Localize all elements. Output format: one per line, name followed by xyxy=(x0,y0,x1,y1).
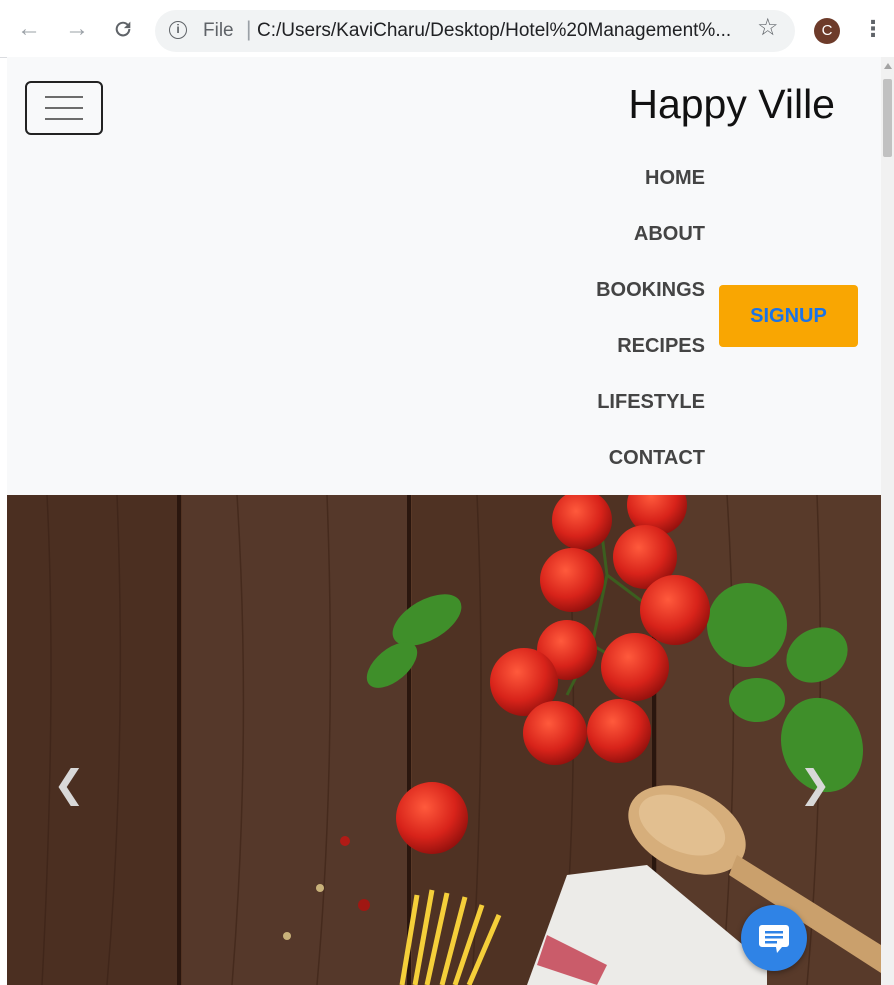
nav-link-contact[interactable]: CONTACT xyxy=(609,447,705,470)
url-text[interactable]: C:/Users/KaviCharu/Desktop/Hotel%20Manag… xyxy=(257,20,731,42)
hamburger-line xyxy=(45,107,83,109)
hamburger-line xyxy=(45,96,83,98)
navbar: Happy Ville HOME ABOUT BOOKINGS RECIPES … xyxy=(7,57,881,495)
chevron-right-icon[interactable]: ❯ xyxy=(795,765,835,805)
forward-arrow-icon[interactable]: → xyxy=(62,14,92,44)
url-separator: | xyxy=(246,18,252,41)
hero-carousel: ❮ ❯ xyxy=(7,495,881,985)
back-arrow-icon[interactable]: ← xyxy=(14,14,44,44)
webpage: Happy Ville HOME ABOUT BOOKINGS RECIPES … xyxy=(7,57,881,985)
nav-link-home[interactable]: HOME xyxy=(645,167,705,190)
nav-link-lifestyle[interactable]: LIFESTYLE xyxy=(597,391,705,414)
scroll-up-arrow[interactable] xyxy=(884,63,892,69)
nav-link-recipes[interactable]: RECIPES xyxy=(617,335,705,358)
browser-toolbar: ← → i File | C:/Users/KaviCharu/Desktop/… xyxy=(0,0,894,58)
chevron-left-icon[interactable]: ❮ xyxy=(49,765,89,805)
signup-button[interactable]: SIGNUP xyxy=(719,285,858,347)
info-icon[interactable]: i xyxy=(169,21,187,39)
hamburger-line xyxy=(45,118,83,120)
nav-link-about[interactable]: ABOUT xyxy=(634,223,705,246)
url-scheme-label: File xyxy=(203,20,234,41)
address-bar[interactable]: i File | C:/Users/KaviCharu/Desktop/Hote… xyxy=(155,10,795,52)
more-vert-icon[interactable]: ⋮ xyxy=(862,14,884,44)
page-scrollbar[interactable] xyxy=(881,57,894,985)
hamburger-menu-button[interactable] xyxy=(25,81,103,135)
chat-button[interactable] xyxy=(741,905,807,971)
scroll-thumb[interactable] xyxy=(883,79,892,157)
reload-icon[interactable] xyxy=(108,14,138,48)
star-icon[interactable]: ☆ xyxy=(757,14,779,42)
site-brand[interactable]: Happy Ville xyxy=(628,81,835,128)
chat-icon xyxy=(759,925,789,953)
profile-avatar[interactable]: C xyxy=(814,18,840,44)
nav-link-bookings[interactable]: BOOKINGS xyxy=(596,279,705,302)
